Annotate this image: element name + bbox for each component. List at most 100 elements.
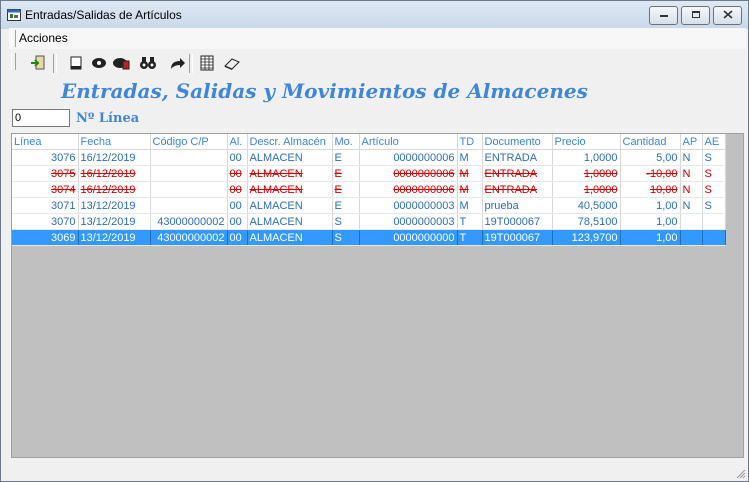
cell-mo: S: [332, 213, 360, 230]
grid-icon: [199, 55, 215, 74]
new-document-icon: [68, 55, 84, 74]
column-header[interactable]: Línea: [12, 134, 79, 150]
cell-ap: N: [680, 165, 703, 182]
resize-grip-icon[interactable]: [736, 469, 746, 479]
cell-descr: ALMACEN: [247, 213, 333, 230]
cell-cantidad: 1,00: [620, 213, 681, 230]
cell-fecha: 16/12/2019: [78, 181, 151, 198]
cell-articulo: 0000000003: [359, 197, 458, 214]
cell-articulo: 0000000003: [359, 213, 458, 230]
cell-ap: [680, 213, 703, 230]
cell-documento: 19T000067: [482, 213, 553, 230]
column-header[interactable]: Código C/P: [150, 134, 228, 150]
cell-cantidad: -10,00: [620, 165, 681, 182]
cell-precio: 78,5100: [552, 213, 621, 230]
column-header[interactable]: Fecha: [78, 134, 151, 150]
column-header[interactable]: Descr. Almacén: [247, 134, 333, 150]
column-header[interactable]: AP: [680, 134, 703, 150]
status-bar: [1, 463, 748, 481]
column-header[interactable]: Precio: [552, 134, 621, 150]
cell-precio: 1,0000: [552, 149, 621, 166]
cell-fecha: 16/12/2019: [78, 165, 151, 182]
binoculars-icon: [139, 55, 157, 74]
cell-documento: ENTRADA: [482, 149, 553, 166]
exit-button[interactable]: [27, 53, 49, 75]
toolbar-separator: [189, 54, 193, 73]
cell-codigo: [150, 165, 228, 182]
grid-button[interactable]: [196, 53, 218, 75]
eraser-icon: [223, 55, 241, 74]
column-header[interactable]: AE: [702, 134, 726, 150]
column-header[interactable]: Cantidad: [620, 134, 681, 150]
cell-ae: S: [702, 181, 726, 198]
cell-precio: 123,9700: [552, 229, 621, 246]
column-header[interactable]: Artículo: [359, 134, 458, 150]
cell-ap: N: [680, 181, 703, 198]
eraser-button[interactable]: [221, 53, 243, 75]
minimize-icon: [659, 10, 669, 21]
cell-cantidad: 5,00: [620, 149, 681, 166]
cell-td: M: [457, 181, 483, 198]
close-icon: [722, 9, 733, 22]
table-row[interactable]: 3074 16/12/2019 00 ALMACEN E 0000000006 M ENTRA…: [12, 181, 726, 198]
table-row[interactable]: 3070 13/12/2019 43000000002 00 ALMACEN S 00000…: [12, 213, 726, 230]
cell-mo: E: [332, 149, 360, 166]
view-details-button[interactable]: [110, 53, 132, 75]
linea-number-input[interactable]: 0: [12, 109, 70, 127]
search-button[interactable]: [137, 53, 159, 75]
cell-precio: 1,0000: [552, 181, 621, 198]
column-header[interactable]: Documento: [482, 134, 553, 150]
cell-ap: N: [680, 197, 703, 214]
cell-articulo: 0000000006: [359, 181, 458, 198]
cell-td: M: [457, 165, 483, 182]
cell-mo: S: [332, 229, 360, 246]
movements-grid[interactable]: Línea Fecha Código C/P Al. Descr. Almacén Mo.…: [11, 133, 744, 458]
cell-ae: S: [702, 197, 726, 214]
table-row[interactable]: 3076 16/12/2019 00 ALMACEN E 0000000006 M ENTRA…: [12, 149, 726, 166]
cell-fecha: 16/12/2019: [78, 149, 151, 166]
menu-bar: Acciones: [9, 28, 746, 49]
toolbar-grip: [11, 53, 16, 70]
table-header-row: Línea Fecha Código C/P Al. Descr. Almacén Mo.…: [12, 134, 726, 150]
cell-al: 00: [227, 149, 248, 166]
cell-mo: E: [332, 165, 360, 182]
cell-documento: ENTRADA: [482, 181, 553, 198]
cell-articulo: 0000000006: [359, 165, 458, 182]
view-details-icon: [112, 55, 130, 74]
maximize-button[interactable]: [681, 6, 710, 25]
cell-fecha: 13/12/2019: [78, 213, 151, 230]
cell-linea: 3075: [12, 165, 79, 182]
close-button[interactable]: [713, 6, 742, 25]
cell-codigo: [150, 197, 228, 214]
table-row[interactable]: 3069 13/12/2019 43000000002 00 ALMACEN S 00000…: [12, 229, 726, 246]
cell-linea: 3070: [12, 213, 79, 230]
cell-documento: ENTRADA: [482, 165, 553, 182]
cell-precio: 40,5000: [552, 197, 621, 214]
cell-articulo: 0000000006: [359, 149, 458, 166]
cell-linea: 3071: [12, 197, 79, 214]
view-button[interactable]: [88, 53, 110, 75]
cell-descr: ALMACEN: [247, 181, 333, 198]
menu-acciones[interactable]: Acciones: [19, 31, 68, 45]
movements-table: Línea Fecha Código C/P Al. Descr. Almacén Mo.…: [12, 134, 726, 246]
cell-cantidad: 10,00: [620, 181, 681, 198]
table-row[interactable]: 3071 13/12/2019 00 ALMACEN E 0000000003 Mprueb…: [12, 197, 726, 214]
cell-al: 00: [227, 197, 248, 214]
minimize-button[interactable]: [649, 6, 678, 25]
column-header[interactable]: Mo.: [332, 134, 360, 150]
column-header[interactable]: TD: [457, 134, 483, 150]
cell-ap: N: [680, 149, 703, 166]
cell-documento: prueba: [482, 197, 553, 214]
toolbar: [9, 51, 249, 76]
cell-codigo: [150, 181, 228, 198]
forward-button[interactable]: [166, 53, 188, 75]
title-bar[interactable]: Entradas/Salidas de Artículos: [1, 1, 748, 29]
cell-td: M: [457, 197, 483, 214]
new-document-button[interactable]: [65, 53, 87, 75]
column-header[interactable]: Al.: [227, 134, 248, 150]
cell-al: 00: [227, 213, 248, 230]
cell-al: 00: [227, 181, 248, 198]
cell-descr: ALMACEN: [247, 229, 333, 246]
main-window: Entradas/Salidas de Artículos Acciones E…: [0, 0, 749, 482]
table-row[interactable]: 3075 16/12/2019 00 ALMACEN E 0000000006 M ENTRA…: [12, 165, 726, 182]
